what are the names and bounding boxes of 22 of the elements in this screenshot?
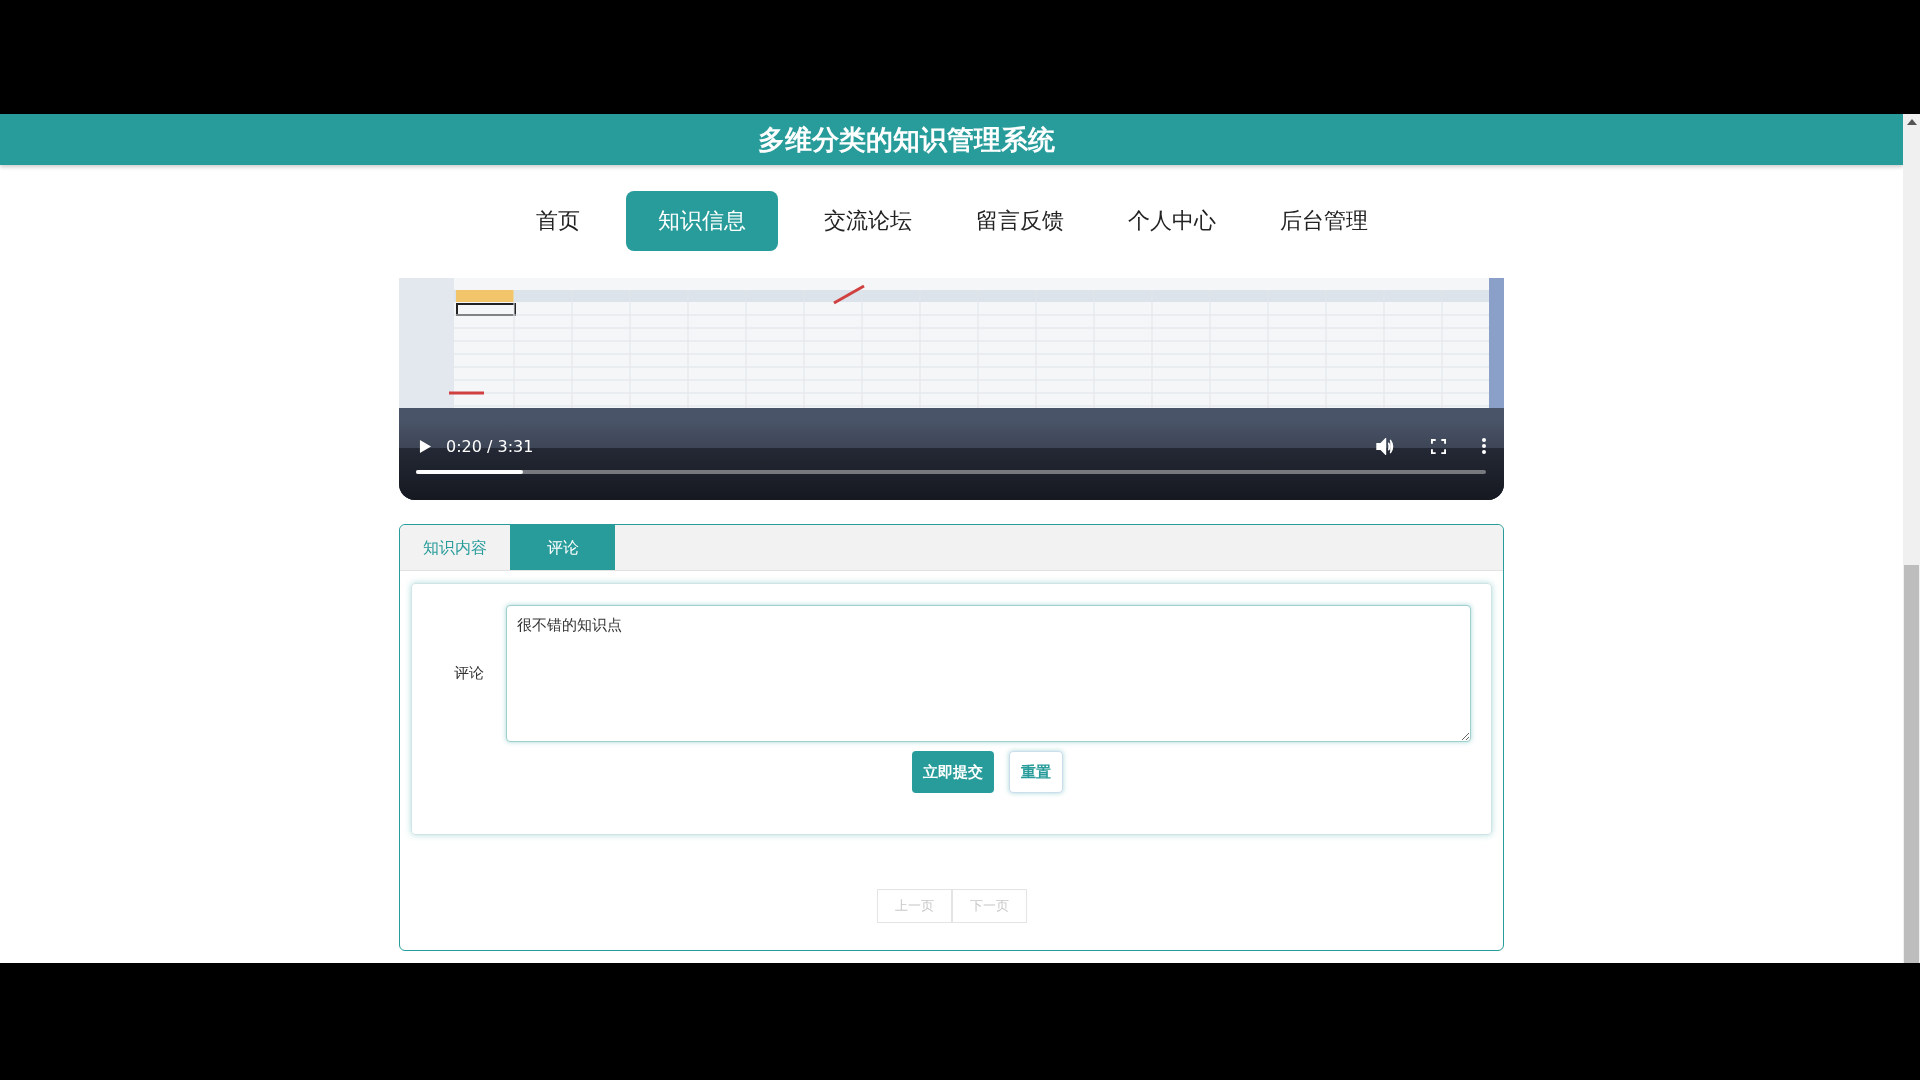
nav-tab[interactable]: 后台管理: [1261, 191, 1386, 251]
nav-tab[interactable]: 个人中心: [1109, 191, 1234, 251]
scrollbar[interactable]: [1903, 114, 1920, 963]
nav-tab[interactable]: 知识信息: [625, 191, 778, 251]
site-title: 多维分类的知识管理系统: [758, 122, 1055, 157]
volume-icon[interactable]: [1376, 437, 1395, 455]
reset-button[interactable]: 重置: [1009, 751, 1063, 793]
comment-input[interactable]: 很不错的知识点: [506, 605, 1471, 742]
nav-tab[interactable]: 交流论坛: [805, 191, 930, 251]
fullscreen-icon[interactable]: [1431, 438, 1446, 454]
nav-tab[interactable]: 留言反馈: [957, 191, 1082, 251]
video-time: 0:20 / 3:31: [446, 436, 534, 456]
scroll-up-icon[interactable]: [1906, 119, 1917, 125]
tab[interactable]: 评论: [510, 525, 615, 570]
progress-track[interactable]: [416, 470, 1486, 474]
more-icon[interactable]: [1482, 438, 1486, 454]
tab[interactable]: 知识内容: [400, 525, 510, 570]
field-label: 评论: [453, 664, 485, 683]
submit-button[interactable]: 立即提交: [912, 751, 994, 793]
scrollbar-thumb[interactable]: [1904, 565, 1919, 963]
play-icon[interactable]: [419, 438, 432, 454]
nav-tab[interactable]: 首页: [517, 191, 598, 251]
